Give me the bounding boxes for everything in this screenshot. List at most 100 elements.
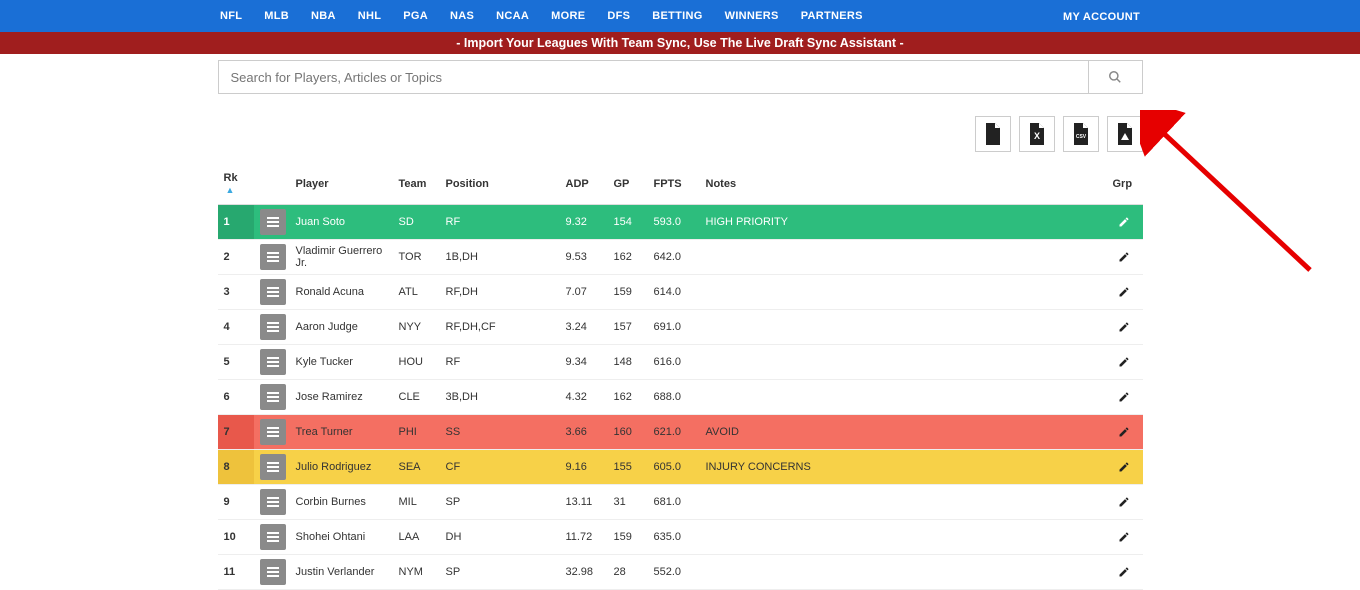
cell-position: CF: [440, 450, 560, 485]
annotation-arrow: [1140, 110, 1320, 280]
nav-dfs[interactable]: DFS: [607, 10, 630, 22]
table-row: 2Vladimir Guerrero Jr.TOR1B,DH9.53162642…: [218, 240, 1143, 275]
cell-gp: 159: [608, 275, 648, 310]
cell-team: TOR: [393, 240, 440, 275]
col-position[interactable]: Position: [440, 164, 560, 205]
nav-betting[interactable]: BETTING: [652, 10, 702, 22]
search-input[interactable]: [218, 60, 1089, 94]
export-pdf-button[interactable]: [1107, 116, 1143, 152]
table-row: 1Juan SotoSDRF9.32154593.0HIGH PRIORITY: [218, 205, 1143, 240]
cell-player: Juan Soto: [290, 205, 393, 240]
cell-team: NYY: [393, 310, 440, 345]
nav-nas[interactable]: NAS: [450, 10, 474, 22]
cell-adp: 32.98: [560, 555, 608, 590]
nav-mlb[interactable]: MLB: [264, 10, 289, 22]
cell-notes: [700, 310, 1107, 345]
col-gp[interactable]: GP: [608, 164, 648, 205]
edit-button[interactable]: [1113, 316, 1135, 338]
cell-position: SS: [440, 415, 560, 450]
cell-rk: 11: [218, 555, 254, 590]
nav-winners[interactable]: WINNERS: [725, 10, 779, 22]
drag-handle[interactable]: [260, 419, 286, 445]
search-bar: [218, 60, 1143, 94]
cell-notes: [700, 520, 1107, 555]
pencil-icon: [1118, 286, 1130, 298]
edit-button[interactable]: [1113, 211, 1135, 233]
export-txt-button[interactable]: [975, 116, 1011, 152]
cell-rk: 10: [218, 520, 254, 555]
pencil-icon: [1118, 321, 1130, 333]
promo-banner[interactable]: - Import Your Leagues With Team Sync, Us…: [0, 32, 1360, 54]
cell-drag: [254, 520, 290, 555]
cell-drag: [254, 380, 290, 415]
export-csv-button[interactable]: CSV: [1063, 116, 1099, 152]
cell-notes: [700, 345, 1107, 380]
search-button[interactable]: [1089, 60, 1143, 94]
edit-button[interactable]: [1113, 526, 1135, 548]
edit-button[interactable]: [1113, 351, 1135, 373]
nav-links: NFL MLB NBA NHL PGA NAS NCAA MORE DFS BETTING WINN…: [220, 10, 863, 22]
cell-grp: [1107, 485, 1143, 520]
edit-button[interactable]: [1113, 386, 1135, 408]
cell-fpts: 605.0: [648, 450, 700, 485]
nav-more[interactable]: MORE: [551, 10, 585, 22]
drag-handle[interactable]: [260, 489, 286, 515]
drag-handle[interactable]: [260, 279, 286, 305]
cell-rk: 9: [218, 485, 254, 520]
promo-text: - Import Your Leagues With Team Sync, Us…: [456, 36, 903, 50]
top-nav: NFL MLB NBA NHL PGA NAS NCAA MORE DFS BETTING WINN…: [0, 0, 1360, 32]
cell-notes: [700, 240, 1107, 275]
cell-position: RF,DH,CF: [440, 310, 560, 345]
drag-handle[interactable]: [260, 384, 286, 410]
edit-button[interactable]: [1113, 561, 1135, 583]
edit-button[interactable]: [1113, 246, 1135, 268]
edit-button[interactable]: [1113, 281, 1135, 303]
cell-notes: INJURY CONCERNS: [700, 450, 1107, 485]
edit-button[interactable]: [1113, 421, 1135, 443]
col-notes[interactable]: Notes: [700, 164, 1107, 205]
cell-notes: AVOID: [700, 415, 1107, 450]
drag-handle[interactable]: [260, 454, 286, 480]
cell-player: Vladimir Guerrero Jr.: [290, 240, 393, 275]
cell-gp: 160: [608, 415, 648, 450]
table-row: 9Corbin BurnesMILSP13.1131681.0: [218, 485, 1143, 520]
drag-handle[interactable]: [260, 244, 286, 270]
nav-nhl[interactable]: NHL: [358, 10, 382, 22]
cell-player: Aaron Judge: [290, 310, 393, 345]
cell-team: PHI: [393, 415, 440, 450]
col-rk[interactable]: Rk▲: [218, 164, 254, 205]
my-account-link[interactable]: MY ACCOUNT: [1063, 11, 1140, 23]
drag-handle[interactable]: [260, 349, 286, 375]
drag-icon: [267, 287, 279, 297]
col-adp[interactable]: ADP: [560, 164, 608, 205]
cell-player: Jose Ramirez: [290, 380, 393, 415]
cell-notes: [700, 485, 1107, 520]
nav-ncaa[interactable]: NCAA: [496, 10, 529, 22]
edit-button[interactable]: [1113, 456, 1135, 478]
drag-handle[interactable]: [260, 559, 286, 585]
edit-button[interactable]: [1113, 491, 1135, 513]
export-excel-button[interactable]: X: [1019, 116, 1055, 152]
drag-handle[interactable]: [260, 524, 286, 550]
table-row: 7Trea TurnerPHISS3.66160621.0AVOID: [218, 415, 1143, 450]
cell-adp: 11.72: [560, 520, 608, 555]
col-team[interactable]: Team: [393, 164, 440, 205]
pencil-icon: [1118, 461, 1130, 473]
cell-fpts: 642.0: [648, 240, 700, 275]
col-grp[interactable]: Grp: [1107, 164, 1143, 205]
col-player[interactable]: Player: [290, 164, 393, 205]
svg-text:CSV: CSV: [1075, 134, 1086, 140]
cell-team: ATL: [393, 275, 440, 310]
table-row: 11Justin VerlanderNYMSP32.9828552.0: [218, 555, 1143, 590]
drag-icon: [267, 322, 279, 332]
cell-grp: [1107, 450, 1143, 485]
cell-rk: 7: [218, 415, 254, 450]
nav-nba[interactable]: NBA: [311, 10, 336, 22]
col-fpts[interactable]: FPTS: [648, 164, 700, 205]
nav-partners[interactable]: PARTNERS: [801, 10, 863, 22]
drag-handle[interactable]: [260, 314, 286, 340]
nav-nfl[interactable]: NFL: [220, 10, 242, 22]
drag-handle[interactable]: [260, 209, 286, 235]
cell-fpts: 552.0: [648, 555, 700, 590]
nav-pga[interactable]: PGA: [403, 10, 428, 22]
